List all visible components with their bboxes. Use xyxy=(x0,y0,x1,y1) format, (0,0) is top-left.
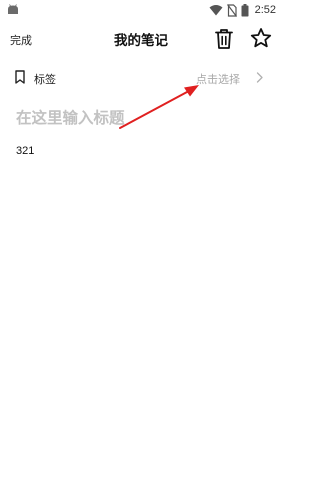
status-time: 2:52 xyxy=(254,4,276,16)
status-bar: 2:52 xyxy=(0,0,282,20)
done-button[interactable]: 完成 xyxy=(10,32,32,48)
status-icons: 2:52 xyxy=(209,2,276,18)
header-bar: 完成 我的笔记 xyxy=(0,20,282,60)
star-icon[interactable] xyxy=(250,27,272,49)
chevron-right-icon xyxy=(256,72,263,83)
tag-select-link[interactable]: 点击选择 xyxy=(196,71,240,87)
note-title-input[interactable] xyxy=(16,109,266,127)
trash-icon[interactable] xyxy=(214,28,234,50)
bookmark-icon xyxy=(15,70,25,84)
note-body-text[interactable]: 321 xyxy=(16,145,34,157)
no-sim-icon xyxy=(226,3,237,17)
tag-label: 标签 xyxy=(34,73,56,86)
note-edit-screen: 2:52 完成 我的笔记 标签 点击选择 321 xyxy=(0,0,282,500)
page-title: 我的笔记 xyxy=(114,33,168,49)
battery-icon xyxy=(241,3,249,16)
wifi-icon xyxy=(209,5,223,16)
android-icon xyxy=(8,4,18,14)
tag-selector-row[interactable]: 标签 点击选择 xyxy=(0,62,282,92)
